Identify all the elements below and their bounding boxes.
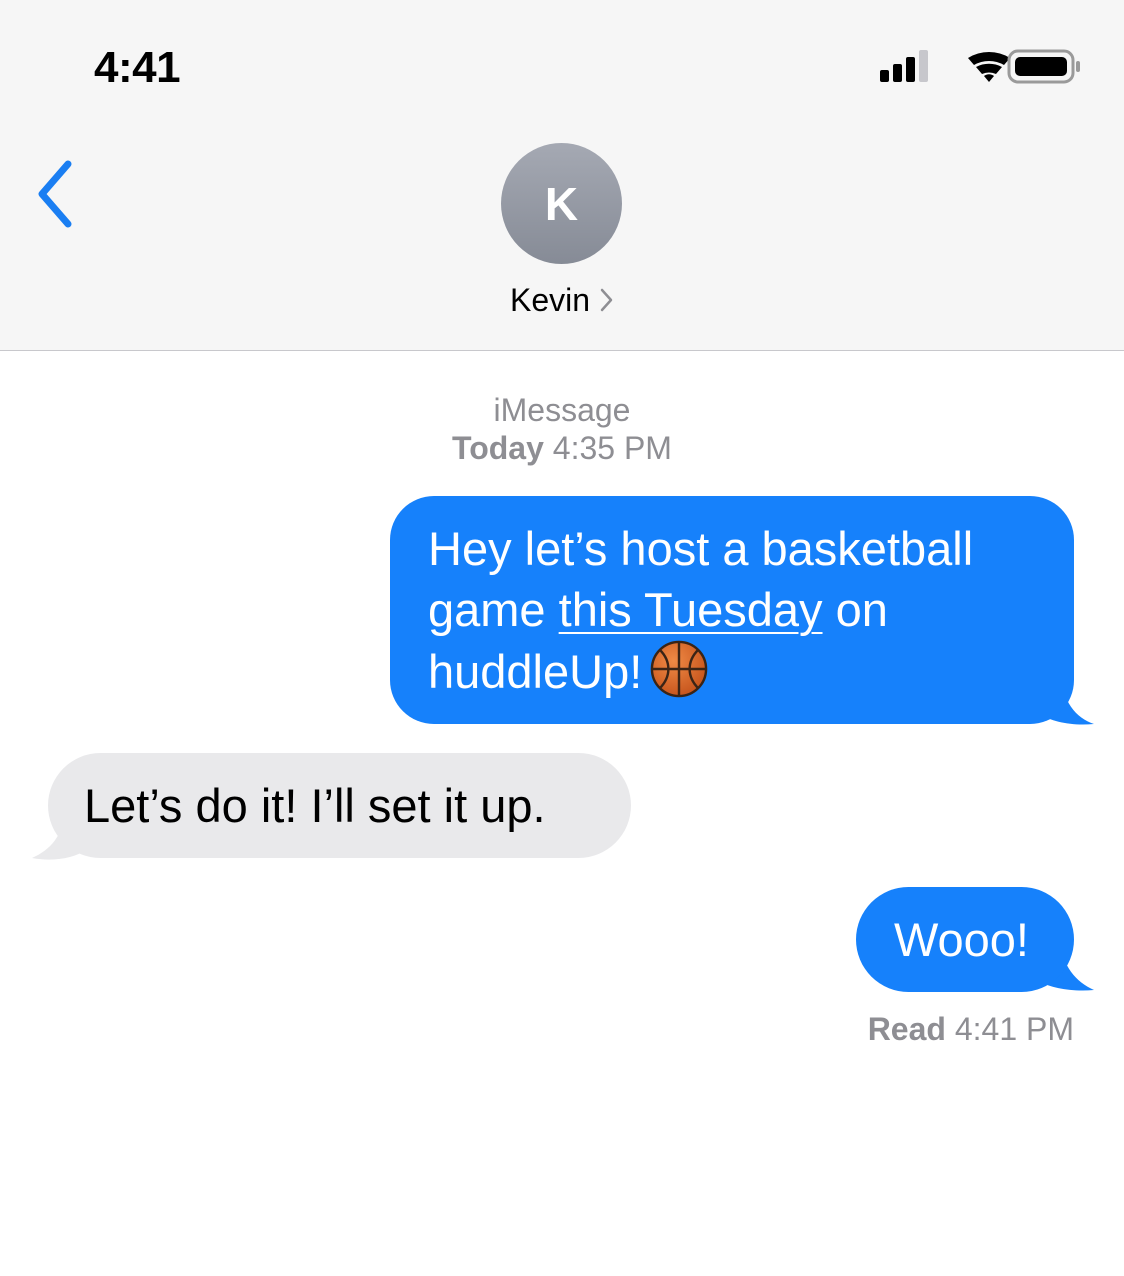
status-bar-icons xyxy=(880,49,1080,84)
message-text: Let’s do it! I’ll set it up. xyxy=(84,779,546,832)
battery-icon xyxy=(1007,49,1080,84)
message-bubble-outgoing[interactable]: Wooo! xyxy=(856,887,1074,992)
message-line: Hey let’s host a basketball xyxy=(428,522,974,575)
status-bar-time: 4:41 xyxy=(94,43,181,92)
read-receipt-label: Read xyxy=(867,1011,946,1047)
read-receipt: Read 4:41 PM xyxy=(0,1010,1074,1048)
message-line: huddleUp! xyxy=(428,640,973,702)
service-label: iMessage xyxy=(493,392,631,428)
wifi-icon xyxy=(968,52,1010,82)
signal-icon xyxy=(880,50,928,82)
avatar-initial: K xyxy=(544,177,579,230)
message-text: Hey let’s host a basketball game this Tu… xyxy=(428,518,973,702)
timestamp-day: Today xyxy=(452,430,544,466)
message-text-segment: game xyxy=(428,583,559,636)
chevron-right-icon xyxy=(600,288,613,312)
contact-avatar[interactable]: K xyxy=(501,143,622,264)
back-chevron-icon[interactable] xyxy=(28,156,88,232)
message-bubble-outgoing[interactable]: Hey let’s host a basketball game this Tu… xyxy=(390,496,1074,724)
conversation-timestamp: Today 4:35 PM xyxy=(0,429,1124,467)
message-bubble-incoming[interactable]: Let’s do it! I’ll set it up. xyxy=(48,753,631,858)
date-link[interactable]: this Tuesday xyxy=(559,583,823,636)
message-line: game this Tuesday on xyxy=(428,579,973,640)
read-receipt-time: 4:41 PM xyxy=(954,1011,1074,1047)
message-text-segment: on xyxy=(822,583,888,636)
contact-name: Kevin xyxy=(509,282,591,318)
basketball-emoji xyxy=(651,640,708,698)
conversation-header: 4:41 K Kevin xyxy=(0,0,1124,351)
message-text-segment: huddleUp! xyxy=(428,645,643,698)
message-text: Wooo! xyxy=(894,913,1029,966)
contact-name-button[interactable]: Kevin xyxy=(0,280,1124,320)
timestamp-time: 4:35 PM xyxy=(552,430,672,466)
